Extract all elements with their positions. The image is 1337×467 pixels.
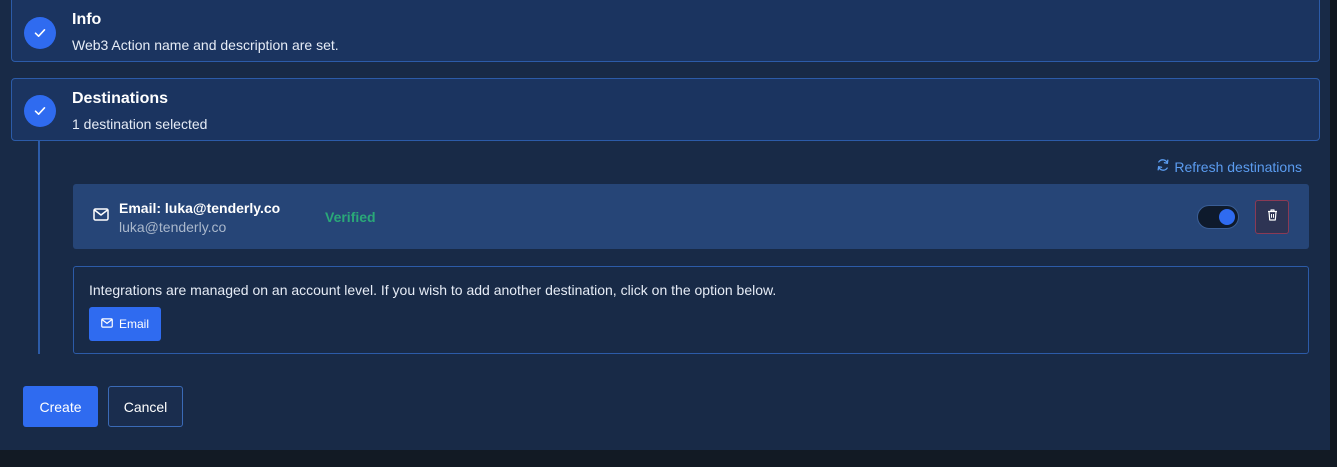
cancel-button[interactable]: Cancel (108, 386, 183, 427)
delete-destination-button[interactable] (1255, 200, 1289, 234)
destination-row: Email: luka@tenderly.co luka@tenderly.co… (73, 184, 1309, 249)
refresh-destinations-label: Refresh destinations (1174, 158, 1302, 175)
add-email-destination-button[interactable]: Email (89, 307, 161, 341)
step-connector-line (38, 141, 40, 354)
step-info-title: Info (72, 11, 102, 28)
check-icon (24, 17, 56, 49)
verified-status: Verified (325, 209, 376, 225)
step-destinations-description: 1 destination selected (72, 116, 208, 132)
step-destinations[interactable]: Destinations 1 destination selected (11, 78, 1320, 141)
toggle-knob (1219, 209, 1235, 225)
email-button-label: Email (118, 317, 149, 331)
right-gutter (1330, 0, 1337, 467)
mail-icon (101, 317, 113, 331)
destination-name: Email: luka@tenderly.co (119, 200, 281, 216)
destination-address: luka@tenderly.co (119, 219, 227, 235)
create-action-panel: Info Web3 Action name and description ar… (0, 0, 1330, 450)
trash-icon (1267, 208, 1278, 226)
mail-icon (93, 208, 109, 226)
integrations-box: Integrations are managed on an account l… (73, 266, 1309, 354)
check-icon (24, 95, 56, 127)
refresh-icon (1156, 158, 1170, 175)
create-button[interactable]: Create (23, 386, 98, 427)
step-info-description: Web3 Action name and description are set… (72, 37, 339, 53)
integrations-text: Integrations are managed on an account l… (89, 282, 777, 298)
destination-enabled-toggle[interactable] (1197, 205, 1239, 229)
step-destinations-title: Destinations (72, 90, 169, 107)
bottom-gutter (0, 450, 1337, 467)
step-info[interactable]: Info Web3 Action name and description ar… (11, 0, 1320, 62)
refresh-destinations-link[interactable]: Refresh destinations (1156, 158, 1302, 175)
